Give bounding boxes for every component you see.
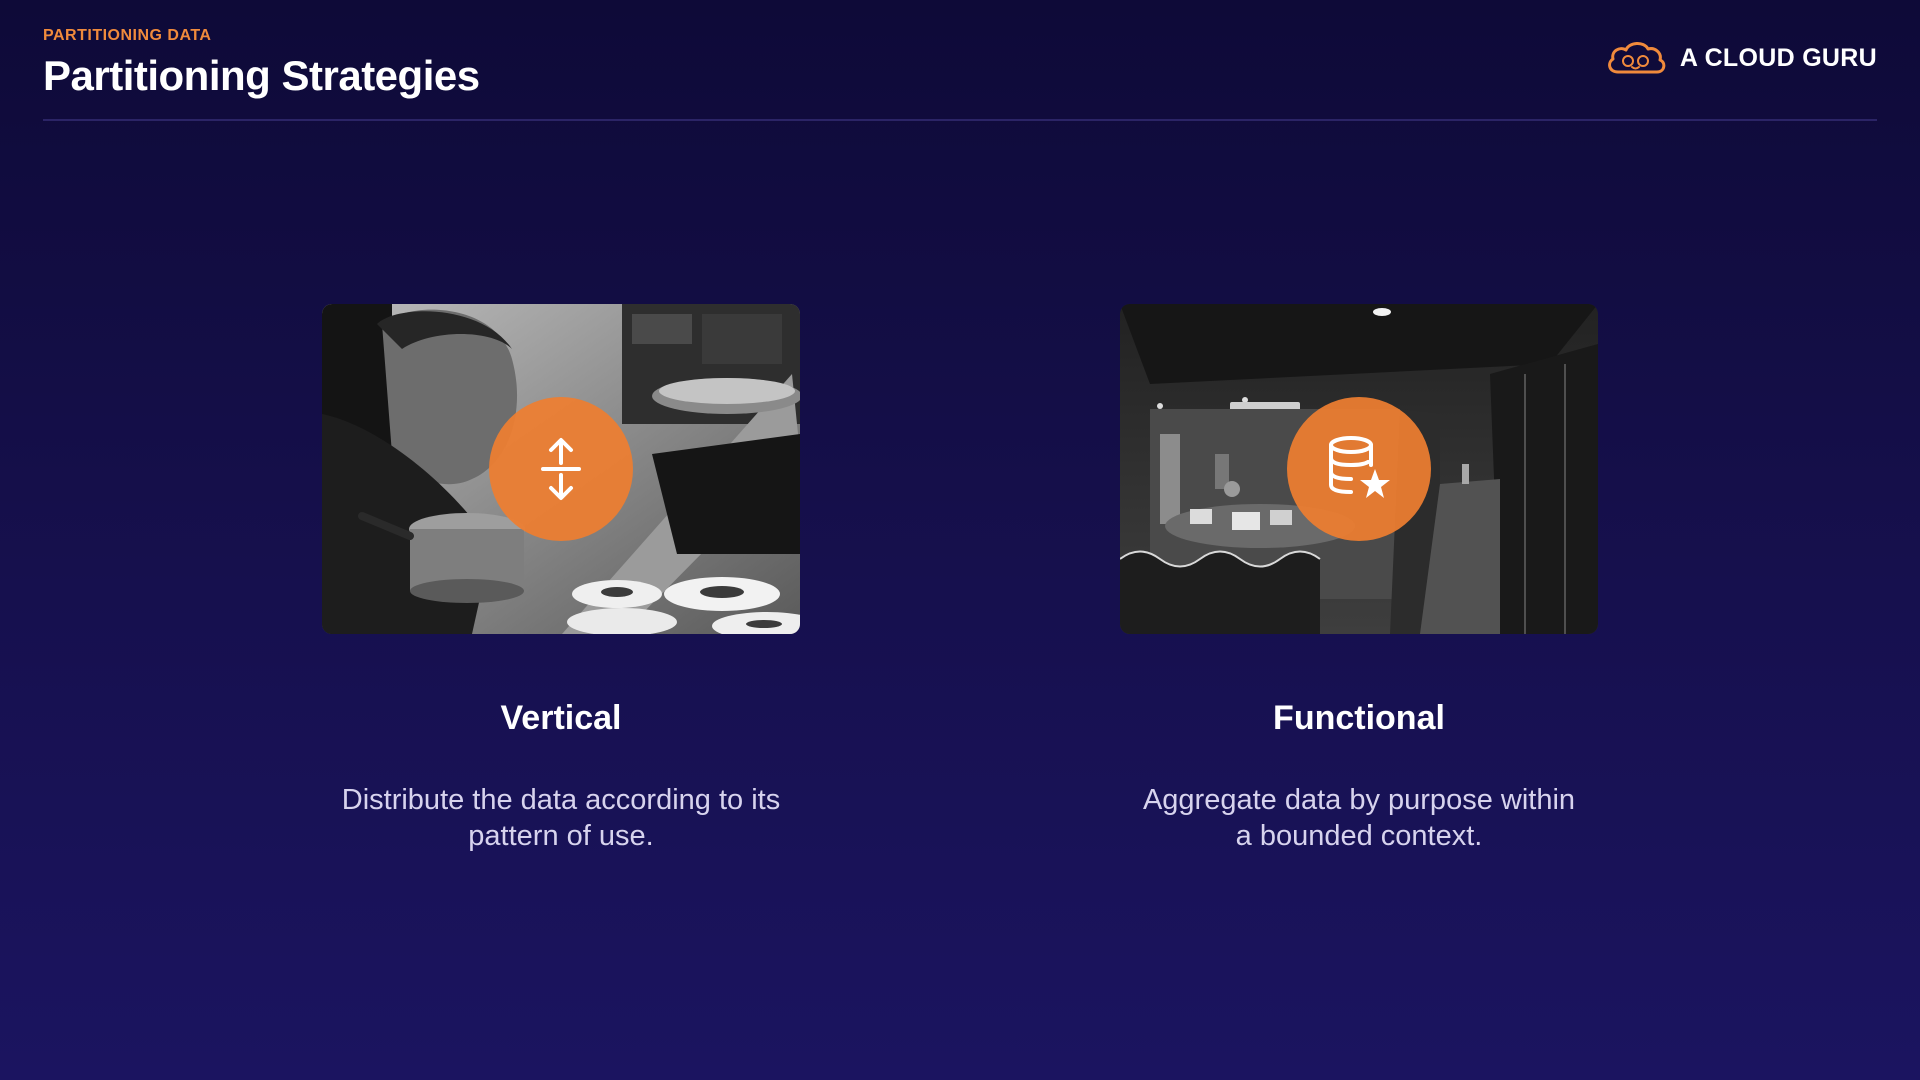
photo-office-meeting-room (1120, 304, 1598, 634)
section-eyebrow: PARTITIONING DATA (43, 27, 212, 44)
database-star-icon (1329, 436, 1390, 498)
page-title: Partitioning Strategies (43, 52, 480, 99)
card-title-vertical: Vertical (500, 699, 622, 737)
brand-logo: A CLOUD GURU (1604, 38, 1877, 78)
brand-name: A CLOUD GURU (1679, 43, 1877, 72)
slide-header: PARTITIONING DATA Partitioning Strategie… (43, 26, 480, 100)
card-description-functional: Aggregate data by purpose within a bound… (1142, 784, 1576, 852)
vertical-split-arrows-icon (541, 438, 581, 500)
cloud-logo-icon (1607, 42, 1666, 74)
photo-chef-plating (322, 304, 800, 634)
vertical-badge (489, 397, 633, 541)
header-divider (43, 119, 1877, 121)
strategy-card-functional: Functional Aggregate data by purpose wit… (1120, 304, 1598, 854)
strategy-card-vertical: Vertical Distribute the data according t… (322, 304, 800, 854)
functional-badge (1287, 397, 1431, 541)
card-title-functional: Functional (1273, 699, 1445, 737)
card-description-vertical: Distribute the data according to its pat… (341, 784, 781, 852)
